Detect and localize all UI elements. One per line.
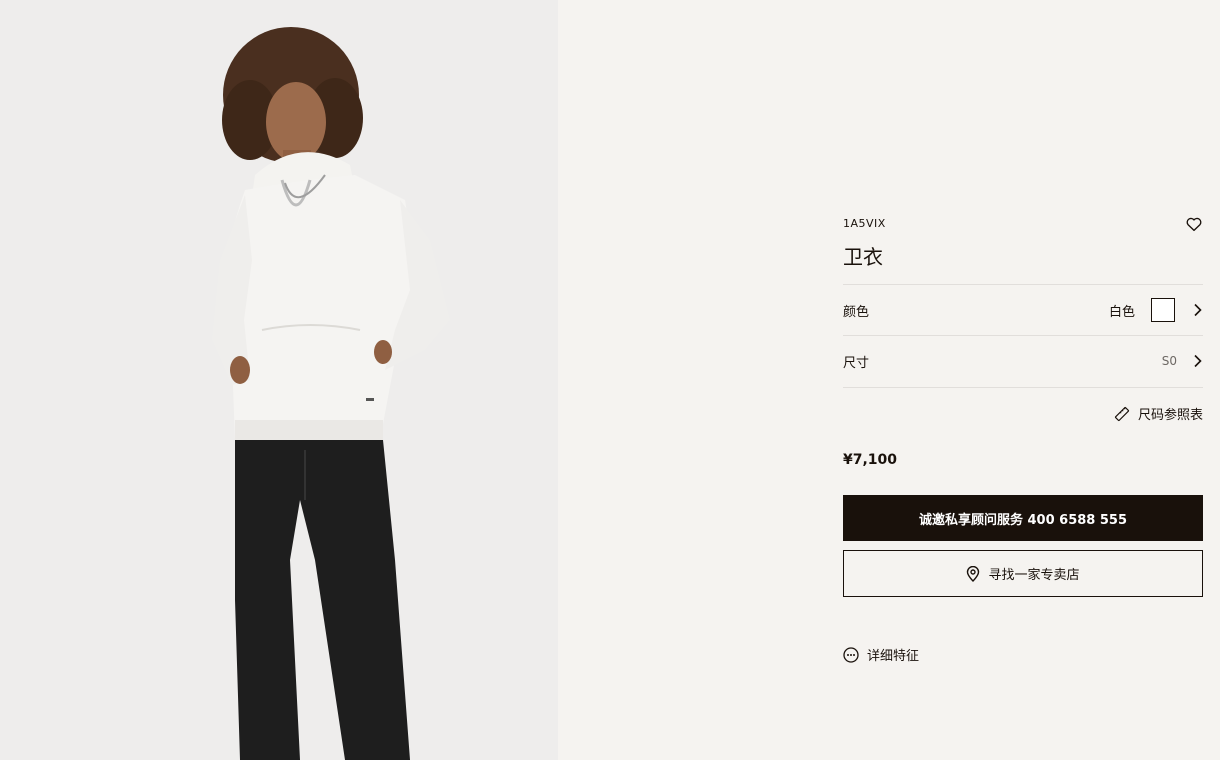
- ruler-icon: [1114, 406, 1130, 421]
- size-guide-label: 尺码参照表: [1137, 408, 1203, 423]
- chevron-right-icon: [1194, 354, 1202, 368]
- color-value: 白色: [1108, 304, 1135, 320]
- find-store-button[interactable]: 寻找一家专卖店: [843, 550, 1203, 597]
- product-title: 卫衣: [843, 245, 883, 269]
- location-pin-icon: [967, 565, 980, 582]
- more-dots-icon: [843, 646, 859, 663]
- color-swatch: [1151, 298, 1175, 322]
- find-store-label: 寻找一家专卖店: [988, 568, 1080, 583]
- size-guide-link[interactable]: 尺码参照表: [1114, 404, 1203, 423]
- size-value: S0: [1161, 354, 1177, 368]
- chevron-right-icon: [1194, 303, 1202, 317]
- contact-advisor-button[interactable]: 诚邀私享顾问服务 400 6588 555: [843, 495, 1203, 541]
- details-label: 详细特征: [867, 649, 920, 664]
- product-info-panel: 1A5VIX 卫衣 颜色 白色 尺寸 S0 尺码参照表 ¥7,100 诚邀私享顾…: [843, 0, 1203, 760]
- product-image[interactable]: [0, 0, 558, 760]
- heart-icon[interactable]: [1185, 215, 1203, 233]
- size-label: 尺寸: [843, 355, 870, 371]
- details-link[interactable]: 详细特征: [843, 645, 919, 664]
- model-photo: [0, 0, 558, 760]
- product-sku: 1A5VIX: [843, 217, 886, 230]
- divider: [843, 387, 1203, 388]
- color-label: 颜色: [843, 304, 870, 320]
- size-selector[interactable]: 尺寸 S0: [843, 336, 1203, 386]
- color-selector[interactable]: 颜色 白色: [843, 285, 1203, 335]
- product-price: ¥7,100: [843, 452, 898, 468]
